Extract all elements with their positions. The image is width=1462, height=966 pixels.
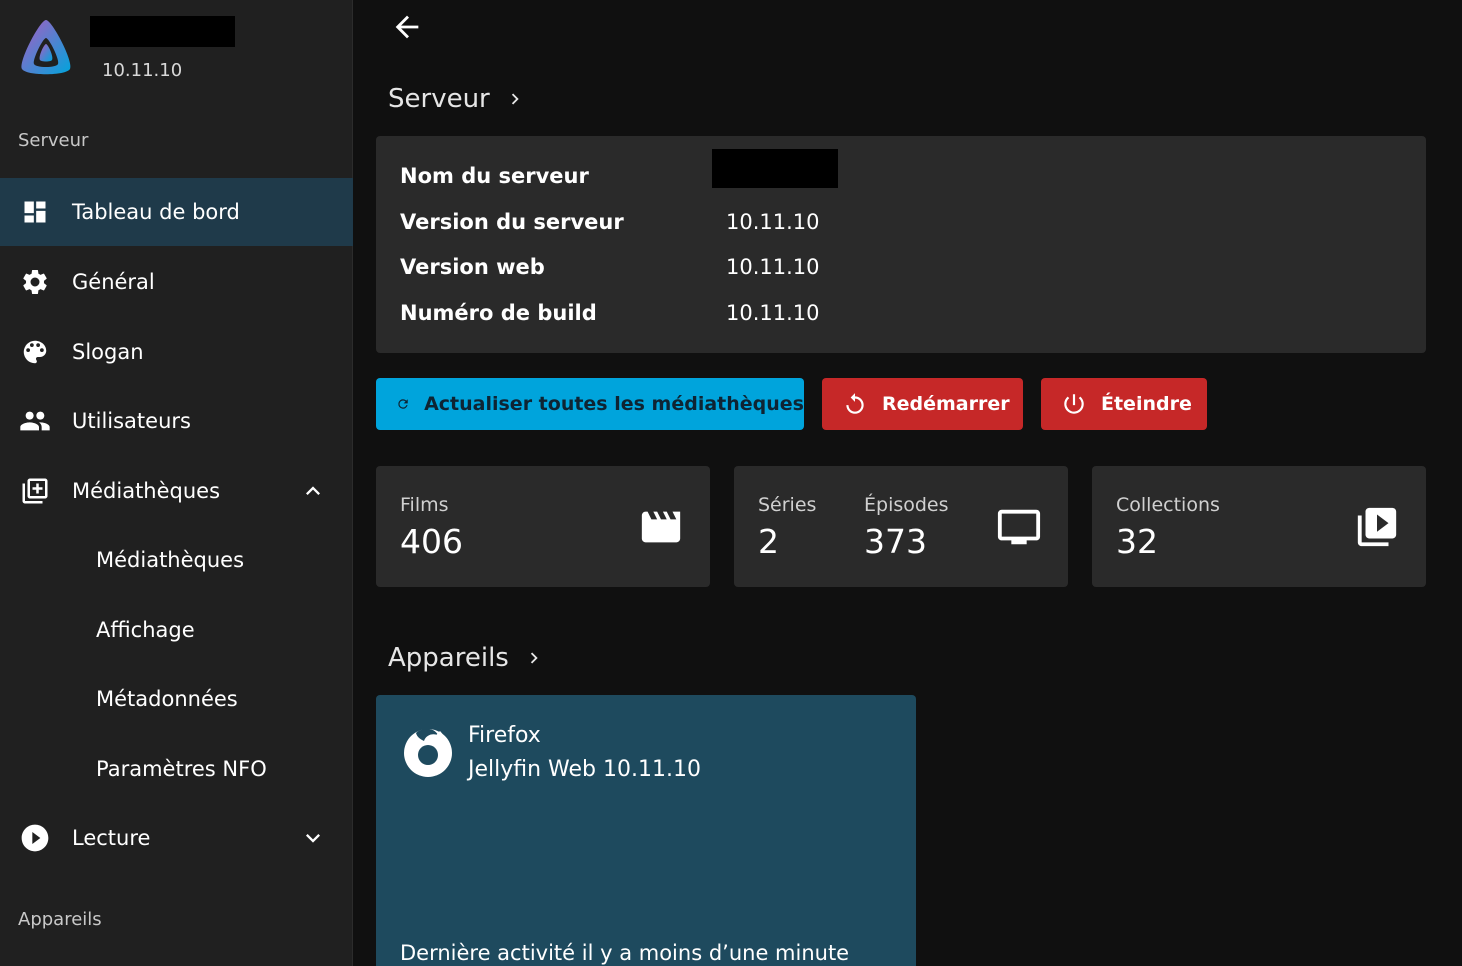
info-value: 10.11.10 <box>726 301 820 325</box>
sidebar-item-playback[interactable]: Lecture <box>0 804 353 872</box>
refresh-icon <box>398 399 408 409</box>
redacted-server-name <box>90 16 235 47</box>
stat-label-series: Séries <box>758 494 817 516</box>
stat-value-collections: 32 <box>1116 522 1158 561</box>
main-content: Serveur Nom du serveur Version du serveu… <box>354 0 1462 966</box>
sidebar-item-slogan[interactable]: Slogan <box>0 318 353 386</box>
server-heading-link[interactable]: Serveur <box>388 84 526 114</box>
sidebar: 10.11.10 Serveur Tableau de bord Général… <box>0 0 353 966</box>
stat-label-episodes: Épisodes <box>864 494 949 516</box>
jellyfin-logo-icon[interactable] <box>16 16 76 78</box>
sidebar-subitem-libraries[interactable]: Médiathèques <box>0 529 353 591</box>
sidebar-item-label: Médiathèques <box>72 479 221 503</box>
sidebar-item-label: Général <box>72 270 155 294</box>
restart-icon <box>846 393 864 414</box>
people-icon <box>18 404 52 438</box>
stat-value-films: 406 <box>400 522 463 561</box>
chevron-up-icon[interactable] <box>299 477 327 505</box>
stat-card-films[interactable]: Films 406 <box>376 466 710 587</box>
sidebar-item-general[interactable]: Général <box>0 248 353 316</box>
info-value: 10.11.10 <box>726 210 820 234</box>
app-root: 10.11.10 Serveur Tableau de bord Général… <box>0 0 1462 966</box>
sidebar-item-label: Slogan <box>72 340 144 364</box>
power-icon <box>1064 394 1084 414</box>
sidebar-item-label: Tableau de bord <box>72 200 240 224</box>
device-app: Jellyfin Web 10.11.10 <box>468 757 701 782</box>
info-key: Nom du serveur <box>400 164 589 188</box>
tv-icon <box>997 509 1041 545</box>
server-info-card: Nom du serveur Version du serveur 10.11.… <box>376 136 1426 353</box>
stat-card-collections[interactable]: Collections 32 <box>1092 466 1426 587</box>
info-value: 10.11.10 <box>726 255 820 279</box>
section-title-server: Serveur <box>18 130 89 151</box>
firefox-icon <box>404 728 452 777</box>
info-key: Version du serveur <box>400 210 624 234</box>
sidebar-subitem-label: Affichage <box>96 618 195 642</box>
restart-button[interactable]: Redémarrer <box>822 378 1023 430</box>
sidebar-item-users[interactable]: Utilisateurs <box>0 387 353 455</box>
video-library-icon <box>1357 507 1397 547</box>
refresh-libraries-button[interactable]: Actualiser toutes les médiathèques <box>376 378 804 430</box>
refresh-libraries-label: Actualiser toutes les médiathèques <box>424 393 804 415</box>
devices-heading: Appareils <box>388 643 509 673</box>
section-title-devices: Appareils <box>18 909 102 930</box>
stat-card-series[interactable]: Séries 2 Épisodes 373 <box>734 466 1068 587</box>
devices-heading-link[interactable]: Appareils <box>388 643 545 673</box>
chevron-down-icon[interactable] <box>299 824 327 852</box>
sidebar-subitem-nfo-settings[interactable]: Paramètres NFO <box>0 738 353 800</box>
dashboard-icon <box>18 195 52 229</box>
device-last-activity: Dernière activité il y a moins d’une min… <box>400 941 850 965</box>
server-version: 10.11.10 <box>102 60 183 81</box>
stat-label-films: Films <box>400 494 449 516</box>
sidebar-subitem-display[interactable]: Affichage <box>0 599 353 661</box>
shutdown-button[interactable]: Éteindre <box>1041 378 1207 430</box>
palette-icon <box>18 335 52 369</box>
sidebar-subitem-label: Métadonnées <box>96 687 238 711</box>
chevron-right-icon <box>530 652 538 664</box>
gear-icon <box>18 265 52 299</box>
server-heading: Serveur <box>388 84 490 114</box>
sidebar-item-label: Lecture <box>72 826 151 850</box>
sidebar-subitem-label: Paramètres NFO <box>96 757 267 781</box>
movie-icon <box>641 511 681 543</box>
device-card[interactable]: Firefox Jellyfin Web 10.11.10 Dernière a… <box>376 695 916 966</box>
sidebar-subitem-metadata[interactable]: Métadonnées <box>0 668 353 730</box>
info-key: Numéro de build <box>400 301 597 325</box>
sidebar-subitem-label: Médiathèques <box>96 548 245 572</box>
sidebar-item-libraries[interactable]: Médiathèques <box>0 457 353 525</box>
redacted-server-name-value <box>712 149 838 188</box>
stat-value-series: 2 <box>758 522 779 561</box>
device-name: Firefox <box>468 723 541 748</box>
restart-label: Redémarrer <box>882 393 1010 415</box>
stat-label-collections: Collections <box>1116 494 1220 516</box>
chevron-right-icon <box>511 93 519 105</box>
back-arrow-icon[interactable] <box>390 10 424 44</box>
sidebar-item-dashboard[interactable]: Tableau de bord <box>0 178 353 246</box>
shutdown-label: Éteindre <box>1101 393 1192 415</box>
stat-value-episodes: 373 <box>864 522 927 561</box>
play-circle-icon <box>18 821 52 855</box>
sidebar-item-label: Utilisateurs <box>72 409 191 433</box>
library-add-icon <box>18 474 52 508</box>
info-key: Version web <box>400 255 545 279</box>
